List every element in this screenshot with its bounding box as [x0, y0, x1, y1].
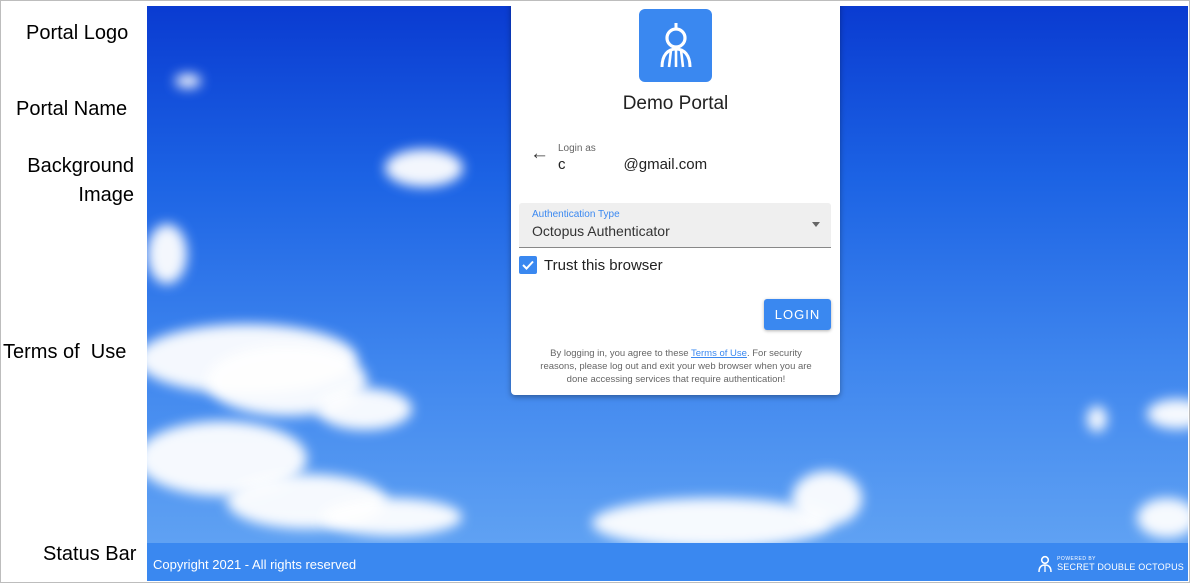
brand-name: SECRET DOUBLE OCTOPUS: [1057, 562, 1184, 572]
copyright-text: Copyright 2021 - All rights reserved: [153, 557, 357, 572]
callout-terms-of-use: Terms of Use: [3, 341, 127, 363]
login-card: Demo Portal ← Login as c @gmail.com Authe…: [511, 6, 840, 395]
octopus-logo-icon: [660, 22, 691, 67]
email-redaction: [565, 157, 624, 169]
trust-browser-checkbox[interactable]: [519, 256, 537, 274]
arrow-left-icon[interactable]: ←: [530, 143, 549, 165]
status-bar: Copyright 2021 - All rights reserved POW…: [147, 543, 1188, 581]
portal-screen: Demo Portal ← Login as c @gmail.com Authe…: [147, 6, 1188, 581]
terms-of-use-link[interactable]: Terms of Use: [691, 348, 747, 359]
authentication-type-select[interactable]: Authentication Type Octopus Authenticato…: [519, 203, 831, 248]
authentication-type-value: Octopus Authenticator: [532, 223, 670, 239]
callout-status-bar: Status Bar: [43, 543, 137, 565]
login-button[interactable]: LOGIN: [764, 299, 831, 330]
portal-logo: [639, 9, 712, 82]
email-prefix: c: [558, 156, 566, 173]
portal-name: Demo Portal: [622, 93, 729, 114]
login-as-label: Login as: [558, 143, 596, 154]
dropdown-arrow-icon: [812, 222, 820, 227]
callout-portal-logo: Portal Logo: [26, 22, 129, 44]
checkmark-icon: [522, 260, 534, 270]
trust-browser-label: Trust this browser: [544, 257, 663, 274]
callout-portal-name: Portal Name: [16, 98, 128, 120]
octopus-brand-icon: [1038, 555, 1052, 573]
terms-prefix: By logging in, you agree to these: [550, 348, 691, 359]
callout-background-line1: Background: [27, 155, 134, 177]
powered-by-logo: POWERED BY SECRET DOUBLE OCTOPUS: [1037, 553, 1184, 575]
terms-of-use-text: By logging in, you agree to these Terms …: [536, 347, 816, 386]
login-email: c @gmail.com: [558, 156, 707, 173]
callout-background-line2: Image: [78, 184, 134, 206]
authentication-type-label: Authentication Type: [532, 209, 620, 220]
email-suffix: @gmail.com: [623, 156, 708, 173]
callout-background-image: Background Image: [16, 152, 134, 210]
